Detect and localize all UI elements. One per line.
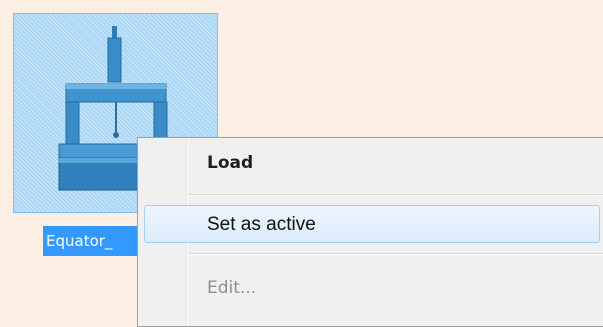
menu-item-edit[interactable]: Edit...: [138, 266, 603, 310]
menu-item-label: Load: [207, 153, 254, 173]
menu-item-label: Set as active: [207, 214, 316, 235]
menu-item-label: Edit...: [207, 278, 257, 298]
context-menu: Load Set as active Edit...: [137, 137, 603, 327]
menu-separator: [188, 194, 603, 195]
menu-item-load[interactable]: Load: [138, 141, 603, 185]
menu-separator: [188, 253, 603, 254]
menu-item-set-as-active[interactable]: Set as active: [138, 203, 603, 247]
